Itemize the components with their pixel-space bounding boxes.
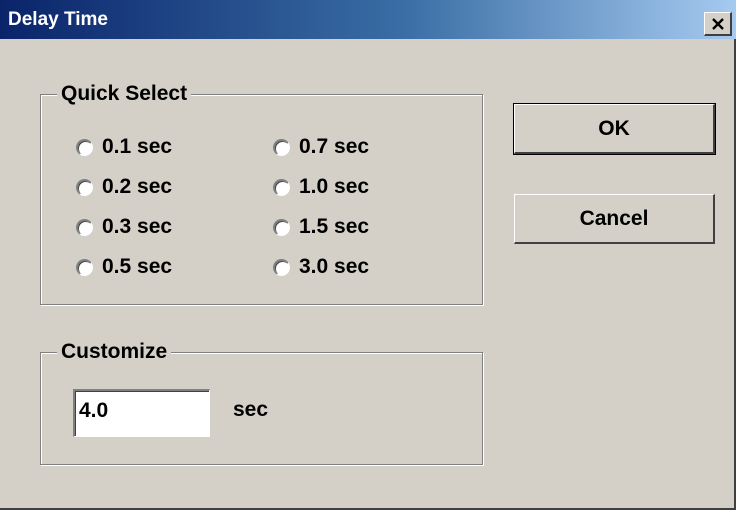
cancel-button[interactable]: Cancel: [514, 194, 715, 244]
delay-value-input[interactable]: 4.0: [73, 389, 210, 437]
close-button[interactable]: [704, 12, 732, 36]
customize-legend: Customize: [57, 338, 172, 366]
radio-button[interactable]: [76, 178, 93, 196]
radio-label: 3.0 sec: [299, 255, 370, 278]
radio-button[interactable]: [273, 258, 290, 276]
radio-label: 0.3 sec: [102, 215, 173, 238]
close-icon: [711, 17, 724, 30]
radio-button[interactable]: [273, 218, 290, 236]
radio-0-1-sec[interactable]: 0.1 sec: [76, 132, 172, 162]
title-bar[interactable]: Delay Time: [0, 0, 736, 39]
radio-label: 0.7 sec: [299, 135, 370, 158]
ok-button[interactable]: OK: [513, 103, 716, 155]
radio-0-5-sec[interactable]: 0.5 sec: [76, 252, 172, 282]
radio-button[interactable]: [76, 218, 93, 236]
delay-time-dialog: Delay Time Quick Select 0.1 sec 0.2 sec …: [0, 0, 736, 510]
radio-1-0-sec[interactable]: 1.0 sec: [273, 172, 369, 202]
unit-label: sec: [233, 398, 269, 421]
radio-3-0-sec[interactable]: 3.0 sec: [273, 252, 369, 282]
radio-button[interactable]: [76, 138, 93, 156]
radio-0-2-sec[interactable]: 0.2 sec: [76, 172, 172, 202]
radio-button[interactable]: [273, 138, 290, 156]
radio-label: 1.0 sec: [299, 175, 370, 198]
radio-label: 0.5 sec: [102, 255, 173, 278]
radio-label: 1.5 sec: [299, 215, 370, 238]
radio-0-3-sec[interactable]: 0.3 sec: [76, 212, 172, 242]
radio-label: 0.1 sec: [102, 135, 173, 158]
quick-select-legend: Quick Select: [57, 80, 192, 108]
radio-button[interactable]: [273, 178, 290, 196]
window-title: Delay Time: [8, 9, 108, 30]
radio-0-7-sec[interactable]: 0.7 sec: [273, 132, 369, 162]
radio-1-5-sec[interactable]: 1.5 sec: [273, 212, 369, 242]
radio-button[interactable]: [76, 258, 93, 276]
radio-label: 0.2 sec: [102, 175, 173, 198]
